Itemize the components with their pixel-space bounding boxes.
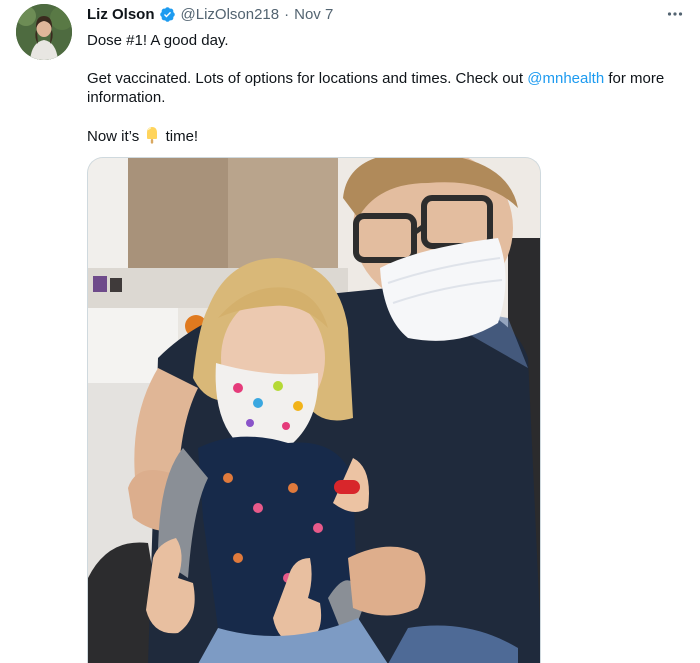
tweet-line-3-end: time! — [161, 128, 199, 145]
tweet-header: Liz Olson @LizOlson218 · Nov 7 — [87, 5, 333, 23]
avatar-photo — [16, 4, 72, 60]
author-name[interactable]: Liz Olson — [87, 6, 155, 23]
more-dots-icon — [667, 12, 683, 16]
vaccination-photo — [88, 158, 540, 663]
tweet-line-3: Now it’s time! — [87, 126, 677, 146]
tweet-line-3-start: Now it’s — [87, 128, 144, 145]
tweet-timestamp[interactable]: Nov 7 — [294, 6, 333, 23]
mention-link[interactable]: @mnhealth — [527, 70, 604, 87]
popsicle-emoji-icon — [147, 127, 158, 144]
author-handle[interactable]: @LizOlson218 — [181, 6, 280, 23]
tweet-photo[interactable] — [87, 157, 541, 663]
tweet-line-1: Dose #1! A good day. — [87, 32, 229, 49]
tweet-line-2-start: Get vaccinated. Lots of options for loca… — [87, 70, 528, 87]
separator-dot: · — [284, 5, 290, 23]
tweet-line-2: Get vaccinated. Lots of options for loca… — [87, 69, 677, 107]
tweet-text: Dose #1! A good day. Get vaccinated. Lot… — [87, 31, 677, 146]
verified-badge-icon — [159, 6, 175, 22]
more-options-button[interactable] — [663, 4, 687, 24]
author-avatar[interactable] — [16, 4, 72, 60]
